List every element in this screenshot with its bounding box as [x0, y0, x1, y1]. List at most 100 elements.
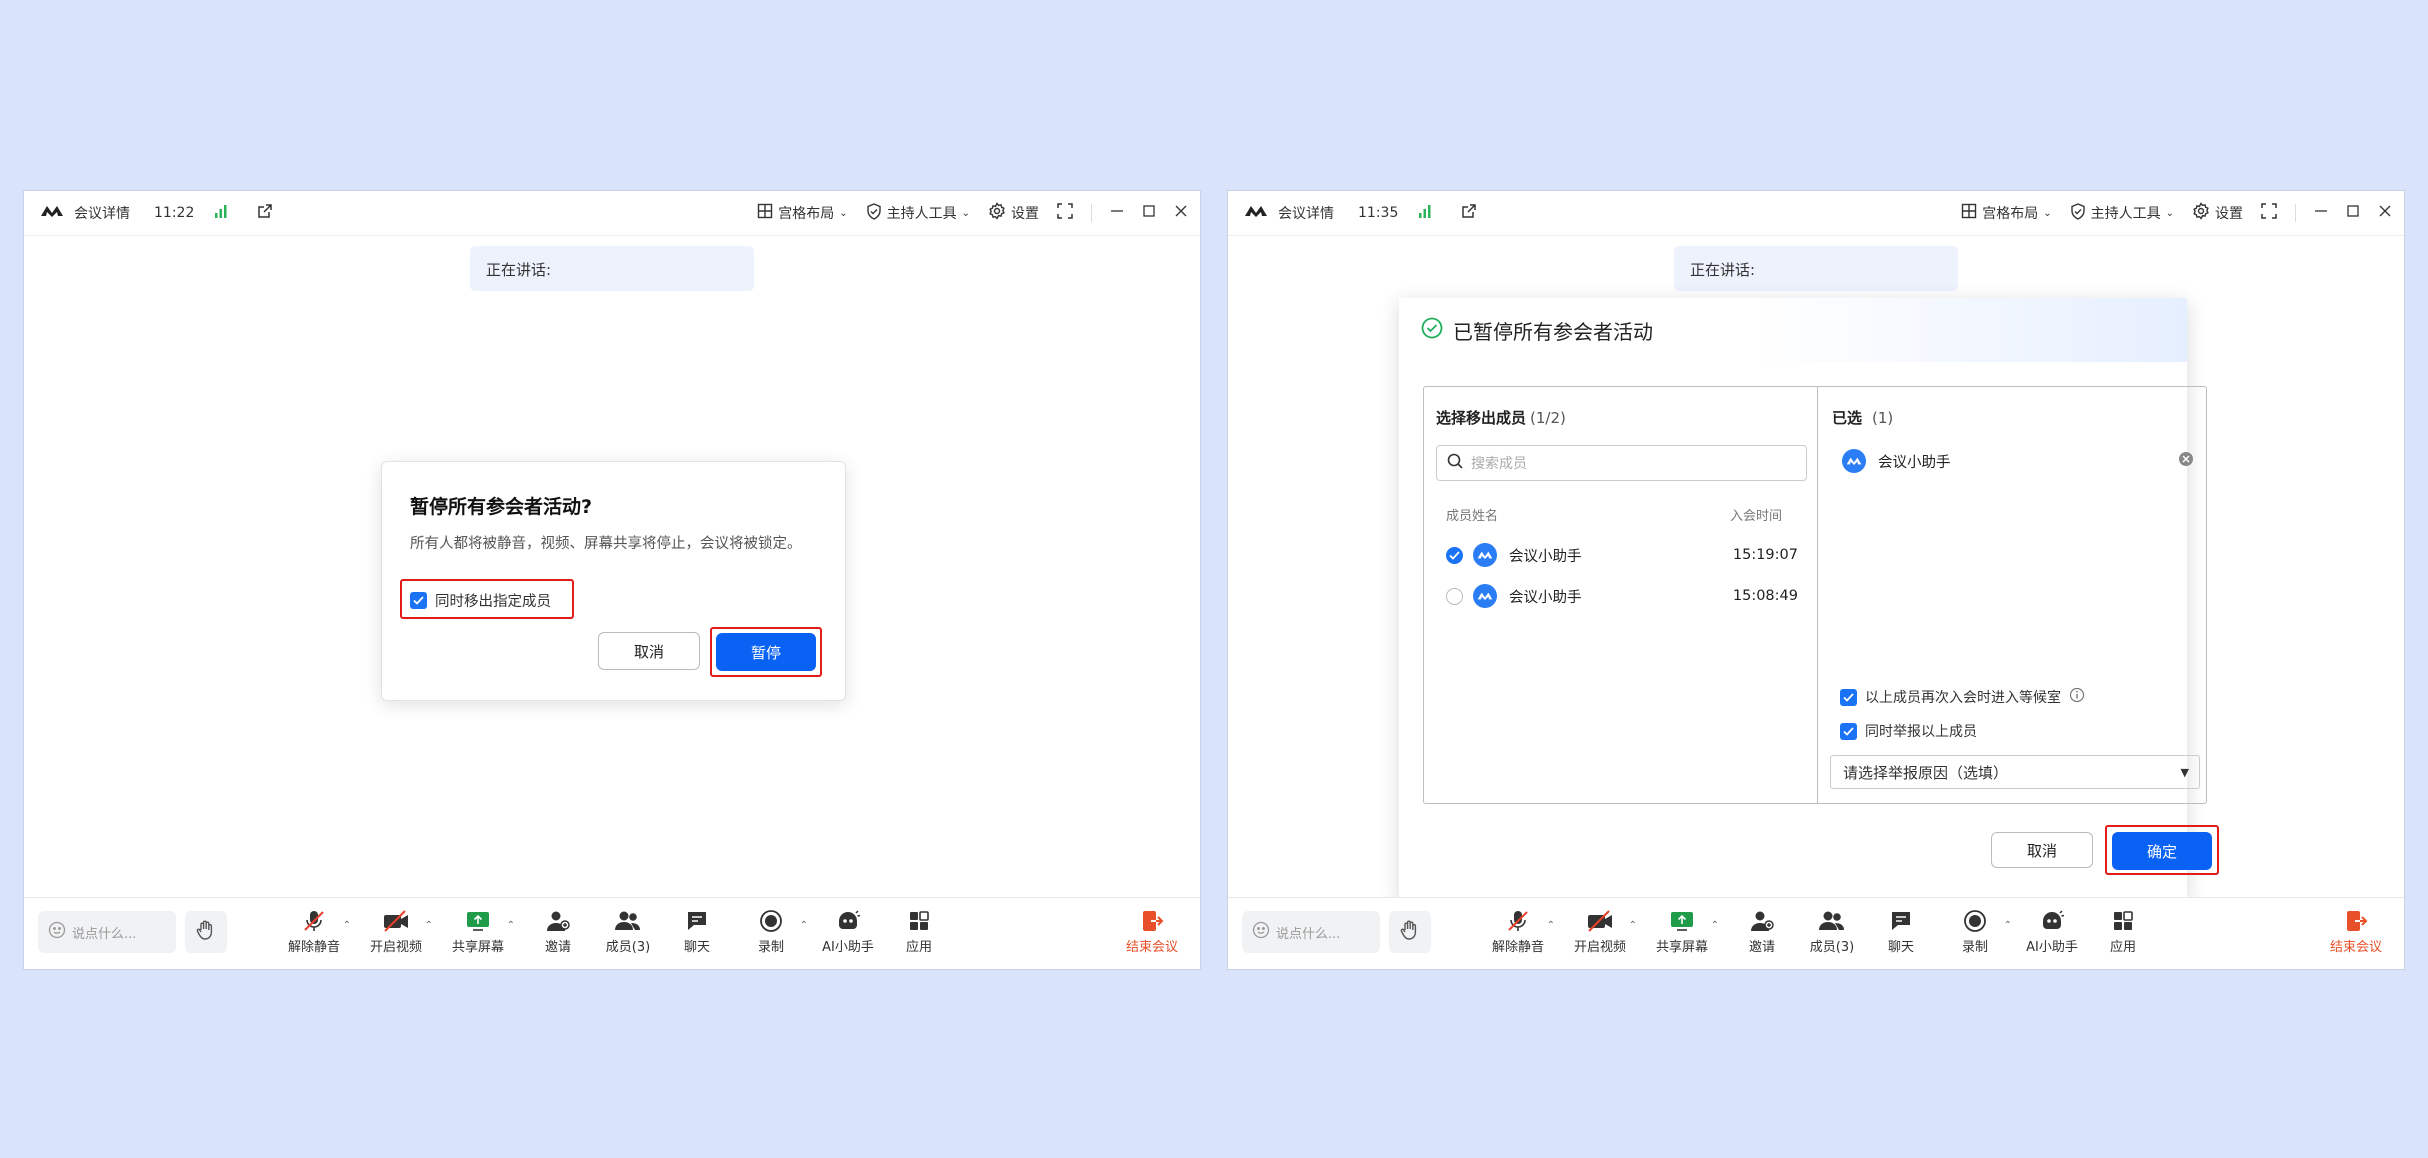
checkbox-unchecked-icon[interactable] — [1446, 587, 1463, 605]
end-meeting-button[interactable]: 结束会议 — [1117, 908, 1187, 955]
paused-activities-dialog: 已暂停所有参会者活动 选择移出成员 (1/2) 搜索成员 成员姓名 入会时间 会议… — [1399, 298, 2219, 904]
mic-off-icon — [301, 908, 327, 934]
maximize-icon[interactable] — [2346, 204, 2360, 222]
host-tools-menu[interactable]: 主持人工具 ⌄ — [866, 202, 970, 224]
video-off-icon — [382, 908, 410, 934]
members-button[interactable]: 成员(3) — [593, 908, 663, 955]
chat-button[interactable]: 聊天 — [1866, 908, 1936, 955]
caret-up-icon[interactable]: ⌃ — [1711, 920, 1719, 931]
invite-label: 邀请 — [544, 940, 571, 955]
close-icon[interactable] — [1174, 204, 1188, 222]
member-join-time: 15:19:07 — [1732, 547, 1798, 563]
chat-input[interactable]: 说点什么... — [1242, 911, 1380, 953]
member-name: 会议小助手 — [1509, 589, 1582, 606]
ai-assistant-button[interactable]: AI小助手 — [2017, 908, 2087, 955]
caret-up-icon[interactable]: ⌃ — [1547, 920, 1555, 931]
caret-up-icon[interactable]: ⌃ — [425, 920, 433, 931]
layout-menu[interactable]: 宫格布局 ⌄ — [1961, 203, 2052, 223]
external-link-icon[interactable] — [256, 203, 273, 224]
member-search-input[interactable]: 搜索成员 — [1436, 445, 1807, 481]
cancel-button[interactable]: 取消 — [1991, 832, 2093, 868]
meeting-time: 11:35 — [1358, 205, 1399, 221]
close-icon[interactable] — [2378, 204, 2392, 222]
checkbox-checked-icon[interactable] — [1446, 546, 1463, 564]
cancel-button[interactable]: 取消 — [598, 632, 700, 670]
signal-icon — [1418, 204, 1432, 222]
start-video-label: 开启视频 — [1573, 940, 1626, 955]
apps-icon — [2112, 908, 2134, 934]
info-icon[interactable] — [2069, 687, 2085, 707]
invite-label: 邀请 — [1748, 940, 1775, 955]
share-screen-icon — [465, 908, 491, 934]
meeting-window-left: 会议详情 11:22 宫格布局 ⌄ 主持人工具 ⌄ 设置 正在讲话: 暂停所有参… — [23, 190, 1201, 970]
start-video-button[interactable]: 开启视频 ⌃ — [1565, 908, 1637, 955]
meeting-info-link[interactable]: 会议详情 — [1278, 203, 1334, 223]
meeting-info-link[interactable]: 会议详情 — [74, 203, 130, 223]
record-button[interactable]: 录制 ⌃ — [1940, 908, 2012, 955]
members-button[interactable]: 成员(3) — [1797, 908, 1867, 955]
column-header-name: 成员姓名 — [1446, 509, 1499, 524]
unmute-button[interactable]: 解除静音 ⌃ — [279, 908, 351, 955]
waiting-room-checkbox[interactable]: 以上成员再次入会时进入等候室 — [1840, 687, 2085, 707]
caret-up-icon[interactable]: ⌃ — [507, 920, 515, 931]
hand-icon — [195, 919, 217, 945]
record-button[interactable]: 录制 ⌃ — [736, 908, 808, 955]
report-members-checkbox[interactable]: 同时举报以上成员 — [1840, 721, 1977, 741]
end-meeting-button[interactable]: 结束会议 — [2321, 908, 2391, 955]
layout-menu[interactable]: 宫格布局 ⌄ — [757, 203, 848, 223]
invite-button[interactable]: 邀请 — [1727, 908, 1797, 955]
host-tools-menu[interactable]: 主持人工具 ⌄ — [2070, 202, 2174, 224]
member-join-time: 15:08:49 — [1732, 588, 1798, 604]
raise-hand-button[interactable] — [185, 911, 227, 953]
highlight-box — [400, 579, 574, 619]
minimize-icon[interactable] — [2314, 204, 2328, 222]
share-screen-button[interactable]: 共享屏幕 ⌃ — [1647, 908, 1719, 955]
search-icon — [1447, 453, 1463, 473]
unmute-label: 解除静音 — [1491, 940, 1544, 955]
share-screen-icon — [1669, 908, 1695, 934]
maximize-icon[interactable] — [1142, 204, 1156, 222]
tencent-meeting-logo-icon — [1244, 204, 1268, 222]
invite-button[interactable]: 邀请 — [523, 908, 593, 955]
chat-button[interactable]: 聊天 — [662, 908, 732, 955]
members-label: 成员(3) — [1809, 940, 1855, 955]
settings-label: 设置 — [1011, 206, 1039, 222]
ai-assistant-button[interactable]: AI小助手 — [813, 908, 883, 955]
apps-button[interactable]: 应用 — [2088, 908, 2158, 955]
apps-button[interactable]: 应用 — [884, 908, 954, 955]
chevron-down-icon: ⌄ — [839, 207, 848, 219]
dialog-header: 已暂停所有参会者活动 — [1399, 298, 2187, 362]
report-reason-select[interactable]: 请选择举报原因（选填） ▼ — [1830, 755, 2200, 789]
end-meeting-icon — [2344, 908, 2368, 934]
caret-up-icon[interactable]: ⌃ — [1629, 920, 1637, 931]
external-link-icon[interactable] — [1460, 203, 1477, 224]
apps-label: 应用 — [905, 940, 932, 955]
chat-input[interactable]: 说点什么... — [38, 911, 176, 953]
caret-up-icon[interactable]: ⌃ — [343, 920, 351, 931]
unmute-button[interactable]: 解除静音 ⌃ — [1483, 908, 1555, 955]
raise-hand-button[interactable] — [1389, 911, 1431, 953]
avatar — [1473, 543, 1497, 567]
emoji-icon — [1252, 921, 1270, 943]
avatar — [1842, 449, 1866, 473]
settings-button[interactable]: 设置 — [988, 202, 1039, 224]
settings-button[interactable]: 设置 — [2192, 202, 2243, 224]
divider — [2295, 204, 2296, 222]
caret-up-icon[interactable]: ⌃ — [800, 920, 808, 931]
minimize-icon[interactable] — [1110, 204, 1124, 222]
fullscreen-icon[interactable] — [2261, 203, 2277, 223]
clear-icon[interactable] — [2178, 451, 2194, 471]
signal-icon — [214, 204, 228, 222]
fullscreen-icon[interactable] — [1057, 203, 1073, 223]
meeting-toolbar: 说点什么... 解除静音 ⌃ 开启视频 ⌃ 共享屏幕 ⌃ 邀请 成员(3) 聊天… — [24, 897, 1200, 969]
caret-up-icon[interactable]: ⌃ — [2004, 920, 2012, 931]
meeting-window-right: 会议详情 11:35 宫格布局 ⌄ 主持人工具 ⌄ 设置 正在讲话: 已暂停所有… — [1227, 190, 2405, 970]
member-row[interactable]: 会议小助手 15:19:07 — [1446, 540, 1806, 570]
chevron-down-icon: ⌄ — [2165, 207, 2174, 219]
meeting-toolbar: 说点什么... 解除静音 ⌃ 开启视频 ⌃ 共享屏幕 ⌃ 邀请 成员(3) 聊天… — [1228, 897, 2404, 969]
share-screen-button[interactable]: 共享屏幕 ⌃ — [443, 908, 515, 955]
member-row[interactable]: 会议小助手 15:08:49 — [1446, 581, 1806, 611]
hand-icon — [1399, 919, 1421, 945]
start-video-button[interactable]: 开启视频 ⌃ — [361, 908, 433, 955]
chat-placeholder: 说点什么... — [1276, 926, 1341, 942]
